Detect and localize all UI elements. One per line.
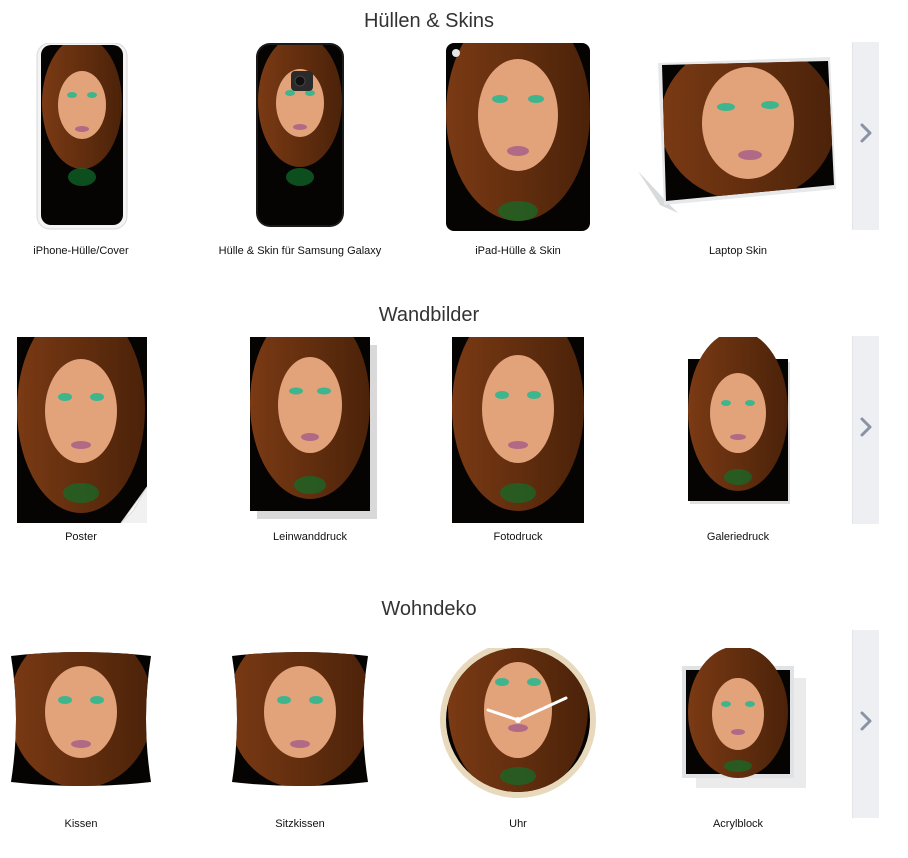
product-label: Galeriedruck [706, 531, 770, 543]
product-label: Leinwanddruck [273, 531, 347, 543]
poster-image [17, 337, 148, 524]
product-label: Sitzkissen [275, 818, 325, 830]
acrylic-block-image [682, 648, 806, 788]
gallery-print-image [688, 337, 790, 504]
section-title: Wohndeko [381, 598, 477, 620]
ipad-case-image [446, 43, 590, 231]
product-label: Acrylblock [712, 818, 764, 830]
section-cases-skins: Hüllen & Skins iPhone-Hülle/Cover Hülle … [0, 10, 908, 280]
product-label: iPhone-Hülle/Cover [33, 245, 129, 257]
product-label: iPad-Hülle & Skin [475, 245, 561, 257]
product-label: Uhr [509, 818, 527, 830]
product-label: Kissen [64, 818, 98, 830]
carousel-next-button[interactable] [852, 630, 879, 818]
chevron-right-icon [860, 123, 872, 143]
carousel-next-button[interactable] [852, 42, 879, 230]
iphone-case-image [36, 43, 128, 230]
photo-print-image [452, 337, 584, 523]
floor-pillow-image [232, 652, 368, 786]
laptop-skin-image [638, 57, 836, 213]
chevron-right-icon [860, 711, 872, 731]
chevron-right-icon [860, 417, 872, 437]
section-title: Hüllen & Skins [363, 10, 495, 32]
section-home-decor: Wohndeko Kissen Sitzkissen Uhr Acrylbloc… [0, 598, 908, 858]
product-label: Poster [65, 531, 97, 543]
pillow-image [11, 652, 151, 786]
section-wall-art: Wandbilder Poster Leinwanddruck Fotodruc… [0, 304, 908, 574]
product-label: Fotodruck [493, 531, 543, 543]
canvas-print-image [250, 337, 377, 519]
samsung-case-image [256, 43, 344, 227]
carousel-next-button[interactable] [852, 336, 879, 524]
product-label: Laptop Skin [708, 245, 768, 257]
section-title: Wandbilder [378, 304, 480, 326]
product-label: Hülle & Skin für Samsung Galaxy [218, 245, 382, 257]
clock-image [440, 648, 596, 798]
product-showcase-page: Hüllen & Skins iPhone-Hülle/Cover Hülle … [0, 0, 908, 858]
